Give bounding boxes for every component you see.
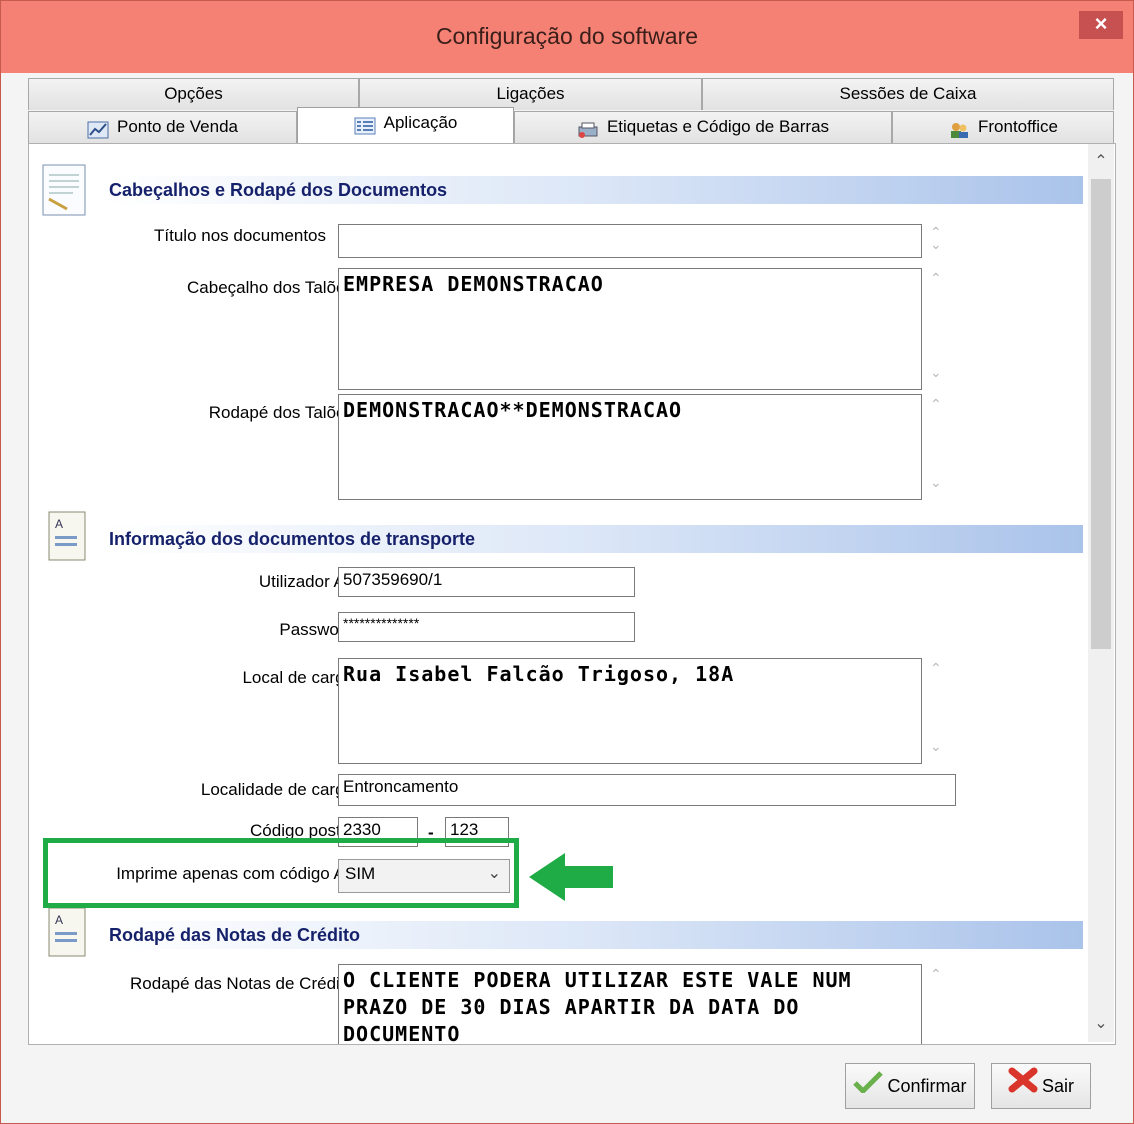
tab-label: Aplicação [383,113,458,132]
exit-button[interactable]: Sair [991,1063,1091,1109]
printer-icon [577,119,599,138]
titulo-label: Título nos documentos [154,226,326,245]
users-icon [948,119,970,138]
close-button[interactable]: × [1079,11,1123,39]
utilizador-input[interactable]: 507359690/1 [338,567,635,597]
rodape-textarea[interactable]: DEMONSTRACAO**DEMONSTRACAO [338,394,922,500]
localidade-input[interactable]: Entroncamento [338,774,956,806]
chart-icon [87,119,109,139]
cabecalho-scroll[interactable]: ⌃ ⌄ [922,268,954,390]
cabecalho-textarea[interactable]: EMPRESA DEMONSTRACAO [338,268,922,390]
svg-text:A: A [55,913,63,927]
credit-doc-icon: A [43,902,99,962]
tab-etiquetas[interactable]: Etiquetas e Código de Barras [514,111,892,143]
transport-doc-icon: A [43,506,99,566]
tab-label: Ligações [496,84,565,103]
tab-label: Etiquetas e Código de Barras [606,117,830,136]
titulo-spinner[interactable]: ⌃ ⌄ [922,224,954,258]
config-window: Configuração do software × Opções Ligaçõ… [0,0,1134,1124]
tab-ligacoes[interactable]: Ligações [359,78,702,110]
title-bar[interactable]: Configuração do software × [1,1,1133,73]
local-scroll[interactable]: ⌃ ⌄ [922,658,954,764]
rodape-label: Rodapé dos Talões [208,403,354,422]
scroll-up-icon[interactable]: ⌃ [1088,148,1114,176]
tab-label: Opções [164,84,223,103]
tab-label: Ponto de Venda [116,117,238,136]
tab-label: Sessões de Caixa [839,84,977,103]
green-arrow-icon [529,853,615,906]
rodape-scroll[interactable]: ⌃ ⌄ [922,394,954,500]
section-title: Rodapé das Notas de Crédito [109,925,361,945]
section-header-documents: Cabeçalhos e Rodapé dos Documentos [107,176,1083,204]
exit-label: Sair [1041,1076,1074,1096]
document-icon [37,159,93,219]
cabecalho-label: Cabeçalho dos Talões [187,278,354,297]
tab-sessoes-caixa[interactable]: Sessões de Caixa [702,78,1114,110]
checkmark-icon [853,1065,884,1109]
tab-frontoffice[interactable]: Frontoffice [892,111,1114,143]
credito-label: Rodapé das Notas de Crédito [130,974,354,993]
section-title: Informação dos documentos de transporte [109,529,476,549]
section-title: Cabeçalhos e Rodapé dos Documentos [109,180,448,200]
list-icon [354,115,376,135]
panel-scrollbar[interactable]: ⌃ ⌄ [1088,144,1114,1042]
close-x-icon [1008,1065,1038,1109]
confirm-button[interactable]: Confirmar [845,1063,975,1109]
tab-label: Frontoffice [977,117,1058,136]
local-textarea[interactable]: Rua Isabel Falcão Trigoso, 18A [338,658,922,764]
confirm-label: Confirmar [887,1076,967,1096]
tab-ponto-de-venda[interactable]: Ponto de Venda [28,111,297,143]
localidade-label: Localidade de carga [200,780,354,799]
tab-opcoes[interactable]: Opções [28,78,359,110]
titulo-input[interactable] [338,224,922,258]
section-transport: Informação dos documentos de transporte [107,525,1083,553]
tab-aplicacao[interactable]: Aplicação [297,107,514,143]
credito-scroll[interactable]: ⌃ [922,964,954,1044]
credito-textarea[interactable]: O CLIENTE PODERA UTILIZAR ESTE VALE NUM … [338,964,922,1044]
window-title: Configuração do software [435,23,699,49]
highlight-box [43,838,519,908]
section-credit-notes: Rodapé das Notas de Crédito [107,921,1083,949]
scrollbar-thumb[interactable] [1091,179,1111,649]
scroll-down-icon[interactable]: ⌄ [1088,1010,1114,1038]
settings-panel[interactable]: Cabeçalhos e Rodapé dos Documentos Títul… [28,143,1116,1045]
password-input[interactable]: ************** [338,612,635,642]
svg-text:A: A [55,517,63,531]
